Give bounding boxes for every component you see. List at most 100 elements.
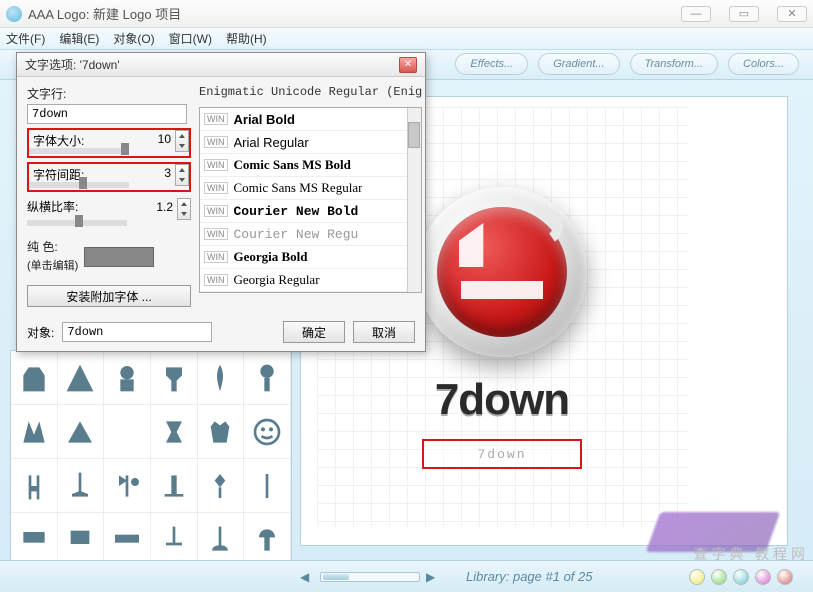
- font-name: Georgia Bold: [234, 249, 308, 265]
- font-platform-tag: WIN: [204, 205, 228, 217]
- colors-button[interactable]: Colors...: [728, 53, 799, 75]
- font-size-spinner[interactable]: [175, 130, 189, 152]
- library-shape[interactable]: [198, 513, 245, 567]
- font-list-item[interactable]: WIN Courier New Bold: [200, 200, 421, 223]
- font-list-item[interactable]: WIN Georgia Regular: [200, 269, 421, 292]
- font-platform-tag: WIN: [204, 182, 228, 194]
- library-page-text: Library: page #1 of 25: [466, 569, 592, 584]
- library-shape[interactable]: [198, 459, 245, 513]
- scroll-right-icon[interactable]: ▶: [426, 570, 440, 584]
- library-shape[interactable]: [58, 351, 105, 405]
- library-shape[interactable]: [11, 513, 58, 567]
- logo-object[interactable]: 7down: [417, 187, 587, 425]
- cancel-button[interactable]: 取消: [353, 321, 415, 343]
- font-name: Courier New Regu: [234, 227, 359, 242]
- font-preview-text: Enigmatic Unicode Regular (Enig: [199, 85, 422, 103]
- library-shape[interactable]: [58, 513, 105, 567]
- object-input[interactable]: [62, 322, 212, 342]
- library-shape[interactable]: [104, 513, 151, 567]
- aspect-slider[interactable]: [27, 220, 127, 226]
- char-spacing-label: 字符间距:: [33, 168, 84, 182]
- footer: ◀ ▶ Library: page #1 of 25: [0, 560, 813, 592]
- scroll-left-icon[interactable]: ◀: [300, 570, 314, 584]
- logo-circle-icon: [417, 187, 587, 357]
- font-platform-tag: WIN: [204, 228, 228, 240]
- menu-help[interactable]: 帮助(H): [226, 30, 267, 47]
- color-hint: (单击编辑): [27, 257, 78, 273]
- aspect-spinner[interactable]: [177, 198, 191, 220]
- effects-button[interactable]: Effects...: [455, 53, 528, 75]
- window-close-button[interactable]: ✕: [777, 6, 807, 22]
- library-scrollbar[interactable]: [320, 572, 420, 582]
- menu-file[interactable]: 文件(F): [6, 30, 45, 47]
- library-shape[interactable]: [151, 459, 198, 513]
- font-size-label: 字体大小:: [33, 134, 84, 148]
- logo-text: 7down: [417, 375, 587, 425]
- color-dot[interactable]: [689, 569, 705, 585]
- dialog-titlebar[interactable]: 文字选项: '7down' ✕: [17, 53, 425, 77]
- font-list[interactable]: WINArial BoldWINArial RegularWINComic Sa…: [199, 107, 422, 293]
- color-dot[interactable]: [755, 569, 771, 585]
- font-list-scrollbar[interactable]: [407, 108, 421, 292]
- library-shape[interactable]: [58, 405, 105, 459]
- char-spacing-slider[interactable]: [29, 182, 129, 188]
- color-dot[interactable]: [777, 569, 793, 585]
- font-list-item[interactable]: WIN Comic Sans MS Regular: [200, 177, 421, 200]
- font-name: Georgia Regular: [234, 272, 320, 288]
- object-label: 对象:: [27, 324, 54, 341]
- library-shape[interactable]: [151, 351, 198, 405]
- font-name: Courier New Bold: [234, 204, 359, 219]
- library-shape[interactable]: [244, 405, 291, 459]
- color-swatch[interactable]: [84, 247, 154, 267]
- color-dot[interactable]: [733, 569, 749, 585]
- gradient-button[interactable]: Gradient...: [538, 53, 619, 75]
- aspect-value: 1.2: [143, 200, 173, 214]
- font-list-item[interactable]: WIN Arial Bold: [200, 108, 421, 131]
- maximize-button[interactable]: ▭: [729, 6, 759, 22]
- app-icon: [6, 6, 22, 22]
- text-row-input[interactable]: [27, 104, 187, 124]
- aspect-label: 纵横比率:: [27, 200, 78, 214]
- library-shape[interactable]: [151, 405, 198, 459]
- library-shape[interactable]: [244, 513, 291, 567]
- font-platform-tag: WIN: [204, 136, 228, 148]
- library-shape[interactable]: [11, 405, 58, 459]
- ok-button[interactable]: 确定: [283, 321, 345, 343]
- menu-edit[interactable]: 编辑(E): [59, 30, 99, 47]
- library-shape[interactable]: [244, 459, 291, 513]
- font-size-row: 字体大小: 10: [27, 128, 191, 158]
- selected-text-object[interactable]: 7down: [422, 439, 582, 469]
- font-size-slider[interactable]: [29, 148, 129, 154]
- library-shape[interactable]: [104, 351, 151, 405]
- char-spacing-spinner[interactable]: [175, 164, 189, 186]
- install-fonts-button[interactable]: 安装附加字体 ...: [27, 285, 191, 307]
- library-shape[interactable]: [11, 351, 58, 405]
- library-shape[interactable]: [198, 405, 245, 459]
- menu-window[interactable]: 窗口(W): [169, 30, 212, 47]
- font-list-item[interactable]: WINGeorgia Bold: [200, 246, 421, 269]
- library-shape[interactable]: [104, 459, 151, 513]
- transform-button[interactable]: Transform...: [630, 53, 718, 75]
- library-shape[interactable]: [11, 459, 58, 513]
- font-name: Comic Sans MS Regular: [234, 180, 363, 196]
- library-shape[interactable]: [58, 459, 105, 513]
- font-name: Comic Sans MS Bold: [234, 157, 351, 173]
- library-shape[interactable]: [198, 351, 245, 405]
- font-list-item[interactable]: WINComic Sans MS Bold: [200, 154, 421, 177]
- char-spacing-row: 字符间距: 3: [27, 162, 191, 192]
- font-platform-tag: WIN: [204, 274, 228, 286]
- color-dot[interactable]: [711, 569, 727, 585]
- dialog-close-button[interactable]: ✕: [399, 57, 417, 73]
- font-name: Arial Bold: [234, 112, 295, 127]
- menu-object[interactable]: 对象(O): [113, 30, 154, 47]
- font-list-item[interactable]: WIN Courier New Regu: [200, 223, 421, 246]
- text-options-dialog: 文字选项: '7down' ✕ 文字行: 字体大小: 10 字符间距: 3 纵横…: [16, 52, 426, 352]
- dialog-title: 文字选项: '7down': [25, 56, 120, 73]
- font-platform-tag: WIN: [204, 113, 228, 125]
- library-shape[interactable]: [244, 351, 291, 405]
- font-list-item[interactable]: WINArial Regular: [200, 131, 421, 154]
- library-shape[interactable]: [151, 513, 198, 567]
- menubar: 文件(F) 编辑(E) 对象(O) 窗口(W) 帮助(H): [0, 28, 813, 50]
- minimize-button[interactable]: —: [681, 6, 711, 22]
- library-shape[interactable]: [104, 405, 151, 459]
